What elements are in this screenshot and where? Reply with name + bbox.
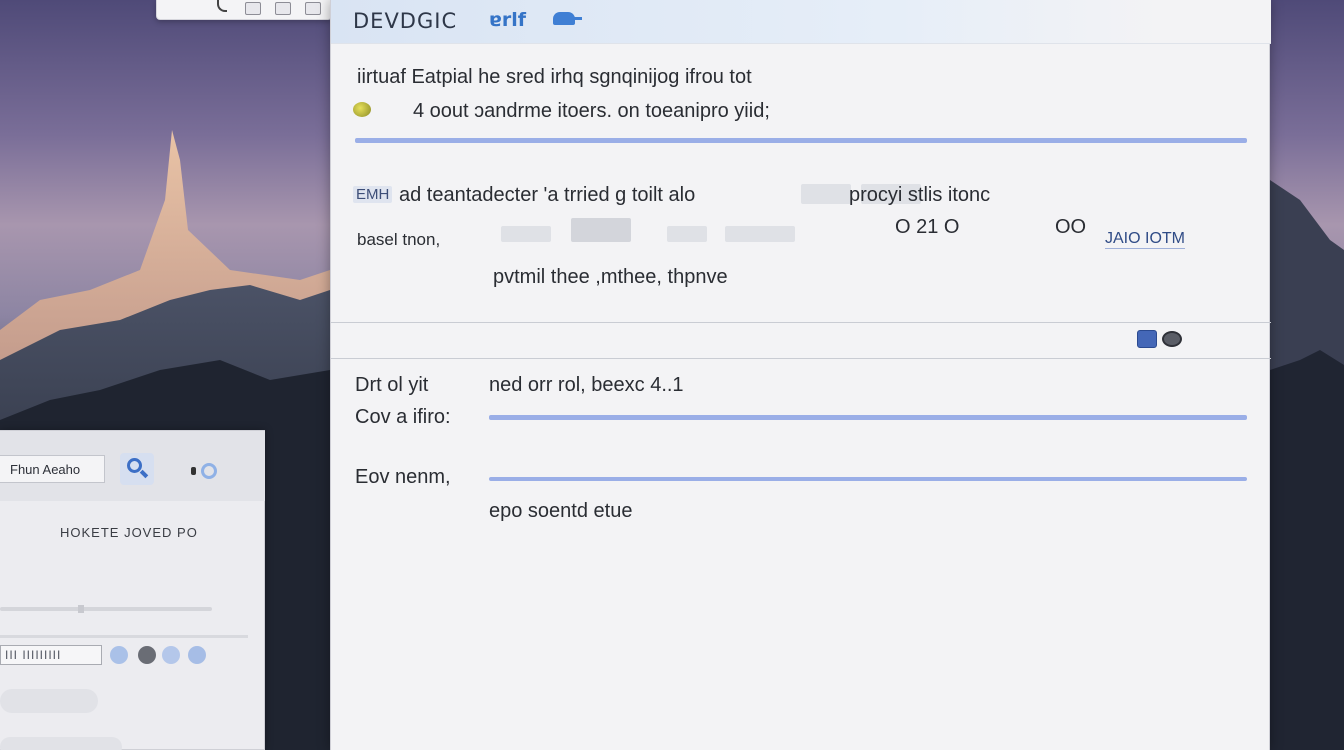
search-button[interactable]: [120, 453, 154, 485]
side-panel-tab[interactable]: Fhun Aeaho: [0, 455, 105, 483]
window-corner: [217, 0, 227, 12]
option-circle-icon[interactable]: [188, 646, 206, 664]
refresh-icon-dot: [191, 467, 196, 475]
window-button-3[interactable]: [305, 2, 321, 15]
main-dialog: DEVDGIC ɐrlf iirtuaf Eatpial he sred irh…: [330, 0, 1271, 750]
row-value: O 21 O: [895, 216, 960, 238]
divider: [331, 358, 1271, 359]
side-panel-header: Fhun Aeaho: [0, 431, 265, 501]
form-label-3: Eov nenm,: [355, 466, 451, 488]
placeholder-block: [667, 226, 707, 242]
row-label: basel tnon,: [357, 230, 441, 249]
window-button-1[interactable]: [245, 2, 261, 15]
option-circle-icon[interactable]: [110, 646, 128, 664]
form-label-1: Drt ol yit: [355, 374, 429, 396]
side-panel-divider: [0, 635, 248, 638]
input-field-2[interactable]: [489, 415, 1247, 420]
refresh-icon-ring: [201, 463, 217, 479]
row-text-tail: procyi stlis itonc: [849, 184, 991, 206]
dialog-title: DEVDGIC: [353, 9, 458, 33]
cloud-icon: [553, 12, 582, 25]
globe-icon[interactable]: [1162, 331, 1182, 347]
row-footnote: pvtmil thee ,mthee, thpnve: [493, 266, 728, 288]
row-value-2: OO: [1055, 216, 1087, 238]
row-text: ad teantadecter 'a trried g toilt alo: [399, 184, 696, 206]
placeholder-block: [725, 226, 795, 242]
divider: [331, 322, 1271, 323]
placeholder-block: [571, 218, 631, 242]
side-panel-window: Fhun Aeaho HOKETE JOVED PO III IIIIIIIII: [0, 430, 265, 750]
search-icon-handle: [139, 469, 149, 479]
side-panel-input[interactable]: III IIIIIIIII: [0, 645, 102, 665]
form-label-2: Cov a ifiro:: [355, 406, 451, 428]
side-panel-caption: HOKETE JOVED PO: [60, 525, 198, 540]
slider-knob[interactable]: [78, 605, 84, 613]
placeholder-block: [501, 226, 551, 242]
side-panel-pill-button[interactable]: [0, 689, 98, 713]
details-link[interactable]: JAIO IOTM: [1105, 230, 1185, 249]
section-separator: [355, 138, 1247, 143]
status-dot-icon: [353, 102, 371, 117]
form-value-3: epo soentd etue: [489, 500, 633, 522]
dialog-title-accent: ɐrlf: [489, 9, 526, 31]
image-icon[interactable]: [1137, 330, 1157, 348]
description-line-1: iirtuaf Eatpial he sred irhq sgnqinijog …: [357, 66, 752, 88]
dialog-header: DEVDGIC ɐrlf: [331, 0, 1271, 44]
window-button-2[interactable]: [275, 2, 291, 15]
side-panel-slider[interactable]: [0, 605, 212, 613]
row-badge: EMH: [353, 186, 393, 203]
option-circle-icon[interactable]: [138, 646, 156, 664]
option-circle-icon[interactable]: [162, 646, 180, 664]
refresh-icon[interactable]: [189, 463, 223, 479]
side-panel-pill-button[interactable]: [0, 737, 122, 750]
form-value-1: ned orr rol, beexc 4..1: [489, 374, 684, 396]
description-line-2: 4 oout ɔandrme itoers. on toeanipro yiid…: [413, 100, 770, 122]
placeholder-block: [801, 184, 851, 204]
input-field-3[interactable]: [489, 477, 1247, 481]
background-window-titlebar[interactable]: [156, 0, 332, 20]
